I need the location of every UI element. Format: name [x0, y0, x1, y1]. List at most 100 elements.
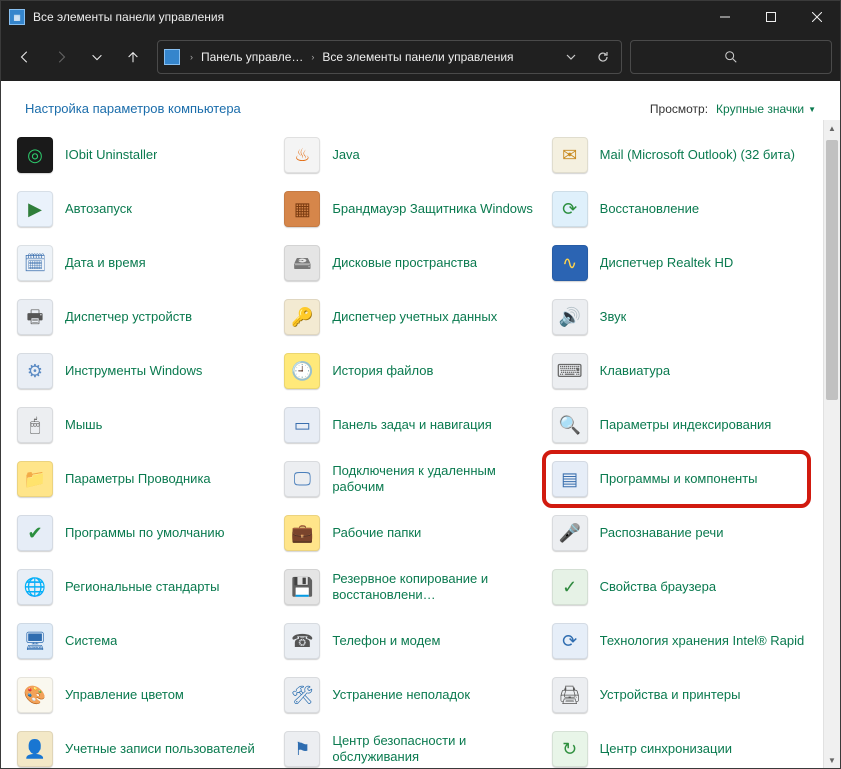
cred-icon — [284, 299, 320, 335]
control-panel-item[interactable]: Дата и время — [11, 236, 278, 290]
control-panel-item[interactable]: Программы и компоненты — [546, 452, 813, 506]
item-label: Звук — [600, 309, 627, 325]
control-panel-item[interactable]: Устранение неполадок — [278, 668, 545, 722]
control-panel-item[interactable]: Центр безопасности и обслуживания — [278, 722, 545, 768]
forward-button[interactable] — [45, 41, 77, 73]
control-panel-item[interactable]: Региональные стандарты — [11, 560, 278, 614]
control-panel-item[interactable]: Панель задач и навигация — [278, 398, 545, 452]
view-selector[interactable]: Крупные значки ▼ — [716, 102, 816, 116]
kbd-icon — [552, 353, 588, 389]
control-panel-item[interactable]: Java — [278, 128, 545, 182]
recent-locations-button[interactable] — [81, 41, 113, 73]
restore-icon — [552, 191, 588, 227]
item-label: Технология хранения Intel® Rapid — [600, 633, 805, 649]
item-label: Устранение неполадок — [332, 687, 470, 703]
up-button[interactable] — [117, 41, 149, 73]
control-panel-item[interactable]: Технология хранения Intel® Rapid — [546, 614, 813, 668]
item-label: Диспетчер Realtek HD — [600, 255, 734, 271]
minimize-button[interactable] — [702, 1, 748, 33]
item-label: Диспетчер учетных данных — [332, 309, 497, 325]
item-label: Инструменты Windows — [65, 363, 202, 379]
item-label: Резервное копирование и восстановлени… — [332, 571, 539, 602]
control-panel-item[interactable]: Инструменты Windows — [11, 344, 278, 398]
mail-icon — [552, 137, 588, 173]
control-panel-item[interactable]: Диспетчер Realtek HD — [546, 236, 813, 290]
control-panel-item[interactable]: Диспетчер учетных данных — [278, 290, 545, 344]
sync-icon — [552, 731, 588, 767]
scroll-up-button[interactable]: ▲ — [824, 120, 840, 136]
iobit-icon — [17, 137, 53, 173]
control-panel-item[interactable]: Клавиатура — [546, 344, 813, 398]
view-controls: Просмотр: Крупные значки ▼ — [650, 102, 816, 116]
scroll-down-button[interactable]: ▼ — [824, 752, 840, 768]
breadcrumb[interactable]: › Панель управле… › Все элементы панели … — [157, 40, 622, 74]
control-panel-item[interactable]: Диспетчер устройств — [11, 290, 278, 344]
item-label: Восстановление — [600, 201, 699, 217]
refresh-icon — [597, 51, 609, 63]
forward-arrow-icon — [54, 50, 68, 64]
item-label: Параметры Проводника — [65, 471, 211, 487]
control-panel-item[interactable]: Дисковые пространства — [278, 236, 545, 290]
control-panel-item[interactable]: Устройства и принтеры — [546, 668, 813, 722]
control-panel-item[interactable]: Система — [11, 614, 278, 668]
breadcrumb-segment-2[interactable]: Все элементы панели управления — [322, 50, 513, 64]
item-label: Система — [65, 633, 117, 649]
trouble-icon — [284, 677, 320, 713]
control-panel-item[interactable]: Мышь — [11, 398, 278, 452]
control-panel-item[interactable]: Резервное копирование и восстановлени… — [278, 560, 545, 614]
control-panel-item[interactable]: Рабочие папки — [278, 506, 545, 560]
date-icon — [17, 245, 53, 281]
breadcrumb-dropdown-button[interactable] — [557, 41, 585, 73]
control-panel-item[interactable]: Mail (Microsoft Outlook) (32 бита) — [546, 128, 813, 182]
close-button[interactable] — [794, 1, 840, 33]
explorer-icon — [17, 461, 53, 497]
item-label: Mail (Microsoft Outlook) (32 бита) — [600, 147, 795, 163]
control-panel-item[interactable]: Управление цветом — [11, 668, 278, 722]
rapid-icon — [552, 623, 588, 659]
item-label: Свойства браузера — [600, 579, 716, 595]
control-panel-item[interactable]: Автозапуск — [11, 182, 278, 236]
search-icon — [724, 50, 738, 64]
scroll-area: IObit UninstallerJava Mail (Microsoft Out… — [1, 120, 840, 768]
view-label: Просмотр: — [650, 102, 708, 116]
control-panel-item[interactable]: История файлов — [278, 344, 545, 398]
minimize-icon — [720, 12, 730, 22]
control-panel-item[interactable]: Брандмауэр Защитника Windows — [278, 182, 545, 236]
item-label: Распознавание речи — [600, 525, 724, 541]
control-panel-item[interactable]: Свойства браузера — [546, 560, 813, 614]
back-button[interactable] — [9, 41, 41, 73]
search-box[interactable] — [630, 40, 832, 74]
control-panel-item[interactable]: Программы по умолчанию — [11, 506, 278, 560]
chevron-down-icon: ▼ — [808, 105, 816, 114]
page-title: Настройка параметров компьютера — [25, 101, 650, 116]
item-label: Параметры индексирования — [600, 417, 772, 433]
item-label: Региональные стандарты — [65, 579, 219, 595]
control-panel-item[interactable]: Звук — [546, 290, 813, 344]
control-panel-icon — [164, 49, 180, 65]
control-panel-item[interactable]: Восстановление — [546, 182, 813, 236]
vertical-scrollbar[interactable]: ▲ ▼ — [823, 120, 840, 768]
control-panel-item[interactable]: Параметры индексирования — [546, 398, 813, 452]
control-panel-item[interactable]: Учетные записи пользователей — [11, 722, 278, 768]
control-panel-item[interactable]: Распознавание речи — [546, 506, 813, 560]
control-panel-item[interactable]: Параметры Проводника — [11, 452, 278, 506]
index-icon — [552, 407, 588, 443]
window-buttons — [702, 1, 840, 33]
maximize-button[interactable] — [748, 1, 794, 33]
control-panel-item[interactable]: Подключения к удаленным рабочим — [278, 452, 545, 506]
realtek-icon — [552, 245, 588, 281]
workfld-icon — [284, 515, 320, 551]
refresh-button[interactable] — [589, 41, 617, 73]
control-panel-item[interactable]: IObit Uninstaller — [11, 128, 278, 182]
breadcrumb-segment-1[interactable]: Панель управле… — [201, 50, 303, 64]
disk-icon — [284, 245, 320, 281]
control-panel-item[interactable]: Центр синхронизации — [546, 722, 813, 768]
scroll-thumb[interactable] — [826, 140, 838, 400]
default-icon — [17, 515, 53, 551]
breadcrumb-separator[interactable]: › — [186, 52, 197, 62]
content-header: Настройка параметров компьютера Просмотр… — [1, 81, 840, 120]
sound-icon — [552, 299, 588, 335]
control-panel-item[interactable]: Телефон и модем — [278, 614, 545, 668]
breadcrumb-separator[interactable]: › — [307, 52, 318, 62]
tools-icon — [17, 353, 53, 389]
